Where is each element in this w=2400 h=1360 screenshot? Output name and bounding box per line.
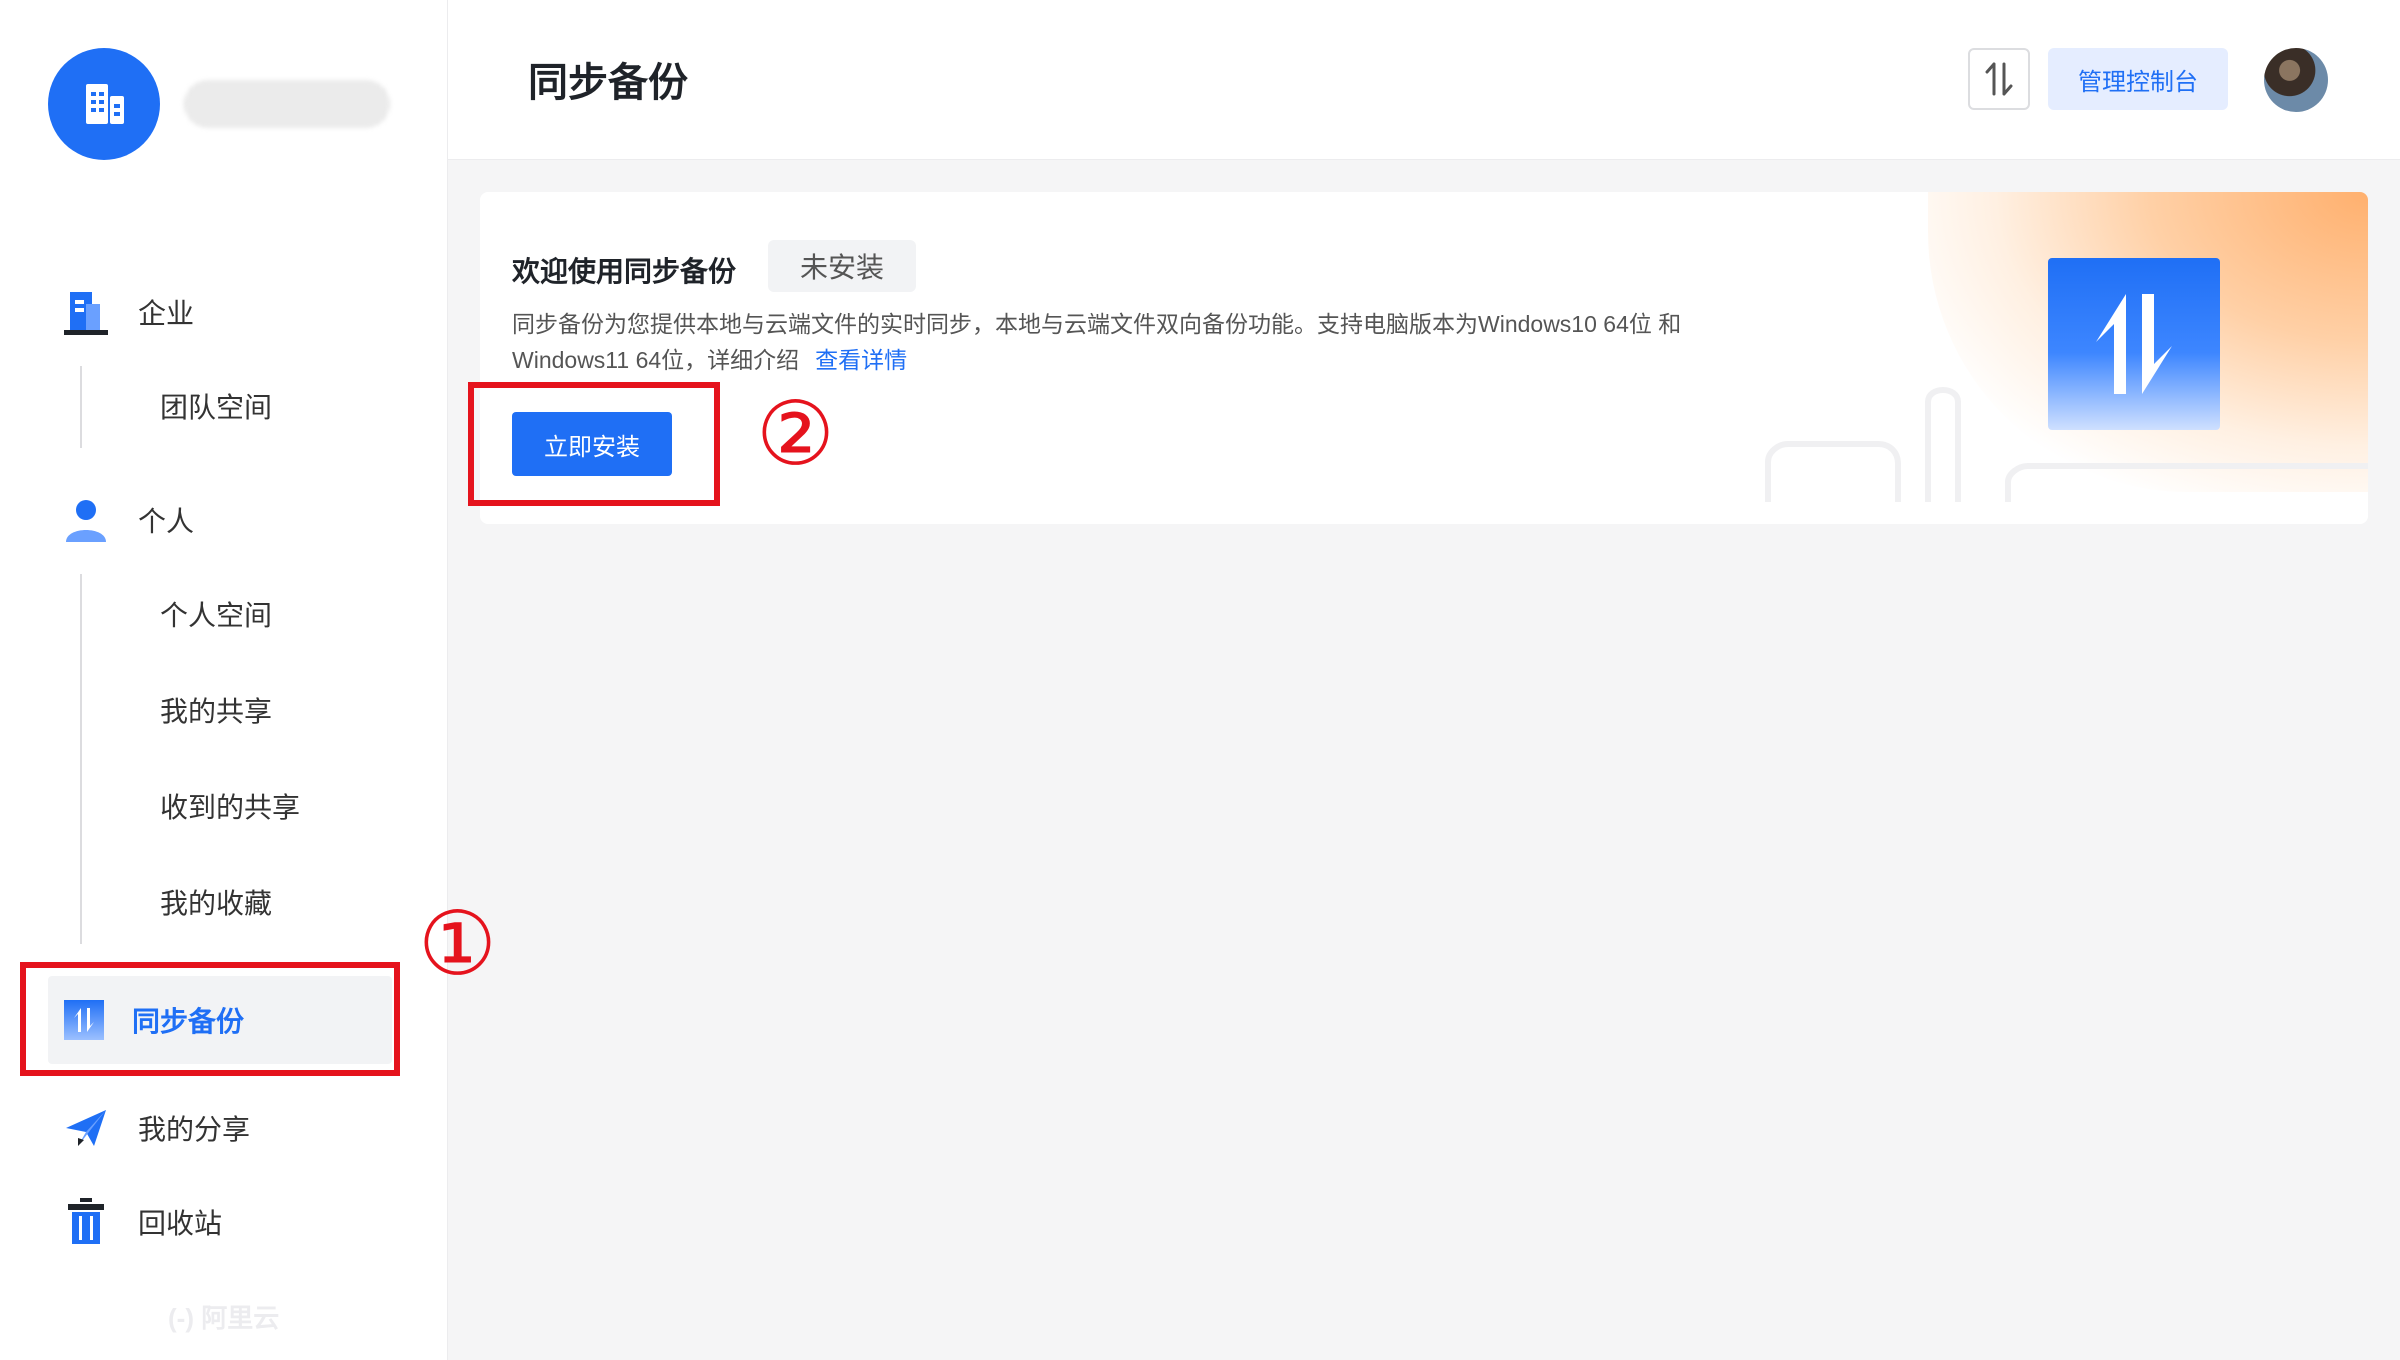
building-icon (86, 84, 124, 124)
annotation-marker-2: ② (756, 382, 835, 485)
sidebar-item-my-shares[interactable]: 我的共享 (160, 692, 272, 732)
sidebar-item-team-space[interactable]: 团队空间 (160, 388, 272, 428)
sidebar: 企业 团队空间 个人 个人空间 我的共享 收到的共享 我的收藏 同步备份 我的分… (0, 0, 448, 1360)
building-icon (58, 284, 114, 340)
org-logo[interactable] (48, 48, 160, 160)
annotation-marker-1: ① (418, 892, 497, 995)
sidebar-item-personal-space[interactable]: 个人空间 (160, 596, 272, 636)
transfer-icon (1985, 62, 2013, 96)
tree-line (80, 366, 82, 448)
nav-section-label: 个人 (138, 506, 195, 537)
nav-section-label: 企业 (138, 298, 195, 329)
user-icon (58, 492, 114, 548)
sidebar-item-favorites[interactable]: 我的收藏 (160, 884, 272, 924)
tree-line (80, 574, 82, 944)
sidebar-item-trash[interactable]: 回收站 (58, 1190, 222, 1254)
trash-icon (58, 1194, 114, 1250)
transfer-button[interactable] (1968, 48, 2030, 110)
card-description: 同步备份为您提供本地与云端文件的实时同步，本地与云端文件双向备份功能。支持电脑版… (512, 306, 1752, 378)
admin-console-button[interactable]: 管理控制台 (2048, 48, 2228, 110)
sidebar-item-received-shares[interactable]: 收到的共享 (160, 788, 300, 828)
footer-logo: (-) 阿里云 (168, 1303, 280, 1333)
status-badge: 未安装 (768, 240, 916, 292)
sidebar-item-label: 回收站 (138, 1208, 223, 1239)
avatar[interactable] (2264, 48, 2328, 112)
sidebar-item-my-share[interactable]: 我的分享 (58, 1096, 250, 1160)
nav-section-enterprise[interactable]: 企业 (58, 280, 194, 344)
header: 同步备份 管理控制台 (448, 0, 2400, 160)
nav-section-personal[interactable]: 个人 (58, 488, 194, 552)
description-text: 同步备份为您提供本地与云端文件的实时同步，本地与云端文件双向备份功能。支持电脑版… (512, 311, 1682, 373)
org-name-redacted (184, 80, 390, 128)
paper-plane-icon (58, 1100, 114, 1156)
sidebar-item-label: 我的分享 (138, 1114, 251, 1145)
page-title: 同步备份 (528, 61, 688, 105)
highlight-box-2 (468, 382, 720, 506)
sync-backup-app-icon (2048, 258, 2220, 430)
card-title: 欢迎使用同步备份 (512, 256, 737, 287)
details-link[interactable]: 查看详情 (815, 347, 907, 373)
highlight-box-1 (20, 962, 400, 1076)
